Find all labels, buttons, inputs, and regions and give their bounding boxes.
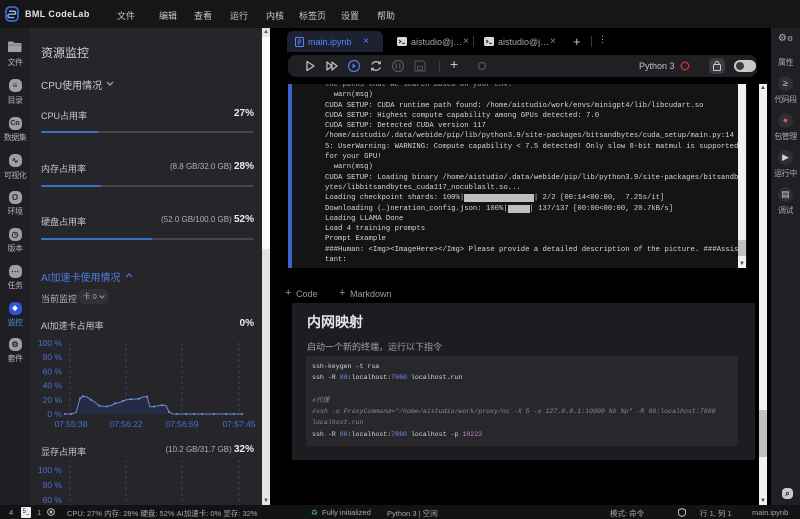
svg-text:60 %: 60 % xyxy=(43,366,63,376)
svg-text:40 %: 40 % xyxy=(43,381,63,391)
svg-text:07:56:59: 07:56:59 xyxy=(165,419,198,429)
svg-text:07:57:45: 07:57:45 xyxy=(222,419,255,429)
svg-text:07:56:22: 07:56:22 xyxy=(109,419,142,429)
svg-text:20 %: 20 % xyxy=(43,395,63,405)
svg-text:60 %: 60 % xyxy=(43,495,63,505)
svg-text:07:55:38: 07:55:38 xyxy=(54,419,87,429)
svg-text:80 %: 80 % xyxy=(43,480,63,490)
svg-text:0 %: 0 % xyxy=(47,409,62,419)
svg-text:100 %: 100 % xyxy=(38,338,63,348)
svg-text:80 %: 80 % xyxy=(43,352,63,362)
svg-text:100 %: 100 % xyxy=(38,465,63,475)
